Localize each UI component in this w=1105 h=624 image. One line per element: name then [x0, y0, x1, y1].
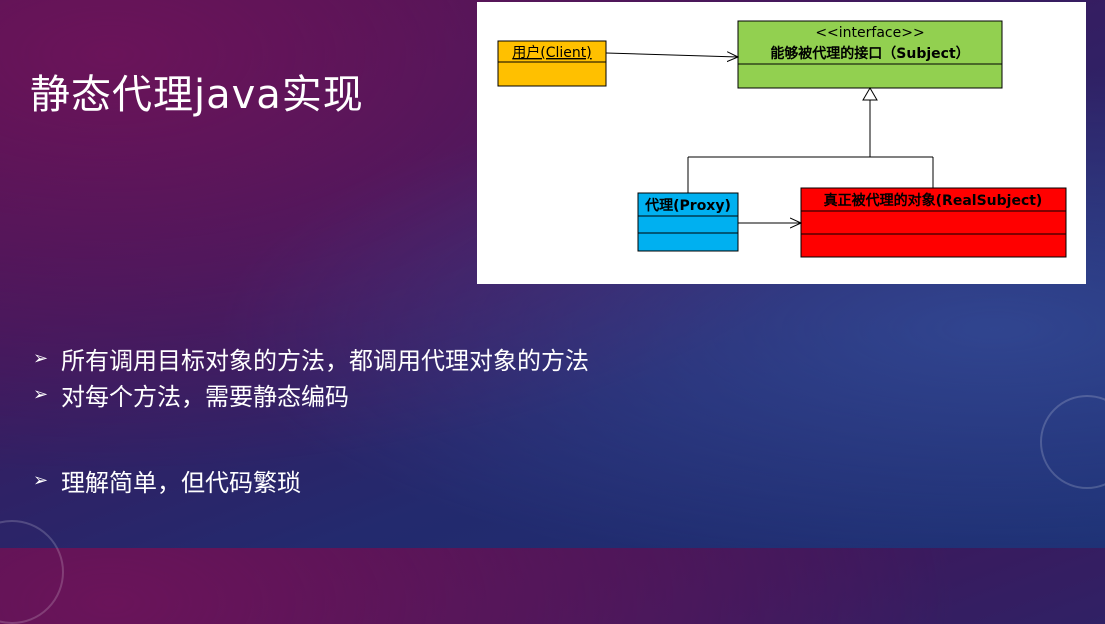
- bullet-item: ➢ 对每个方法，需要静态编码: [33, 376, 589, 412]
- interface-class-box: <<interface>> 能够被代理的接口（Subject）: [737, 20, 1003, 89]
- proxy-class-box: 代理(Proxy): [637, 192, 739, 252]
- interface-label: 能够被代理的接口（Subject）: [770, 45, 969, 62]
- decor-circle-bottom-left: [0, 520, 64, 624]
- bullet-text: 所有调用目标对象的方法，都调用代理对象的方法: [61, 346, 589, 375]
- real-subject-label: 真正被代理的对象(RealSubject): [824, 192, 1043, 209]
- arrow-bullet-icon: ➢: [33, 383, 49, 405]
- slide-title: 静态代理java实现: [30, 72, 364, 118]
- decor-circle-right: [1040, 395, 1105, 489]
- real-subject-class-box: 真正被代理的对象(RealSubject): [800, 187, 1067, 258]
- arrow-bullet-icon: ➢: [33, 469, 49, 491]
- interface-stereotype: <<interface>>: [815, 25, 924, 41]
- uml-diagram-canvas: 用户(Client) <<interface>> 能够被代理的接口（Subjec…: [497, 20, 1067, 258]
- generalization-triangle-icon: [862, 87, 878, 101]
- bullet-item: ➢ 所有调用目标对象的方法，都调用代理对象的方法: [33, 340, 589, 376]
- arrow-bullet-icon: ➢: [33, 347, 49, 369]
- bullet-text: 对每个方法，需要静态编码: [61, 382, 349, 411]
- uml-diagram: 用户(Client) <<interface>> 能够被代理的接口（Subjec…: [477, 2, 1086, 284]
- proxy-label: 代理(Proxy): [644, 197, 731, 214]
- bullet-list: ➢ 所有调用目标对象的方法，都调用代理对象的方法 ➢ 对每个方法，需要静态编码 …: [33, 340, 589, 498]
- client-class-box: 用户(Client): [497, 40, 607, 87]
- bullet-item: ➢ 理解简单，但代码繁琐: [33, 462, 589, 498]
- client-label: 用户(Client): [512, 44, 591, 61]
- bullet-text: 理解简单，但代码繁琐: [61, 468, 301, 497]
- client-to-interface-arrow: [605, 53, 738, 57]
- generalization-connector: [687, 87, 934, 193]
